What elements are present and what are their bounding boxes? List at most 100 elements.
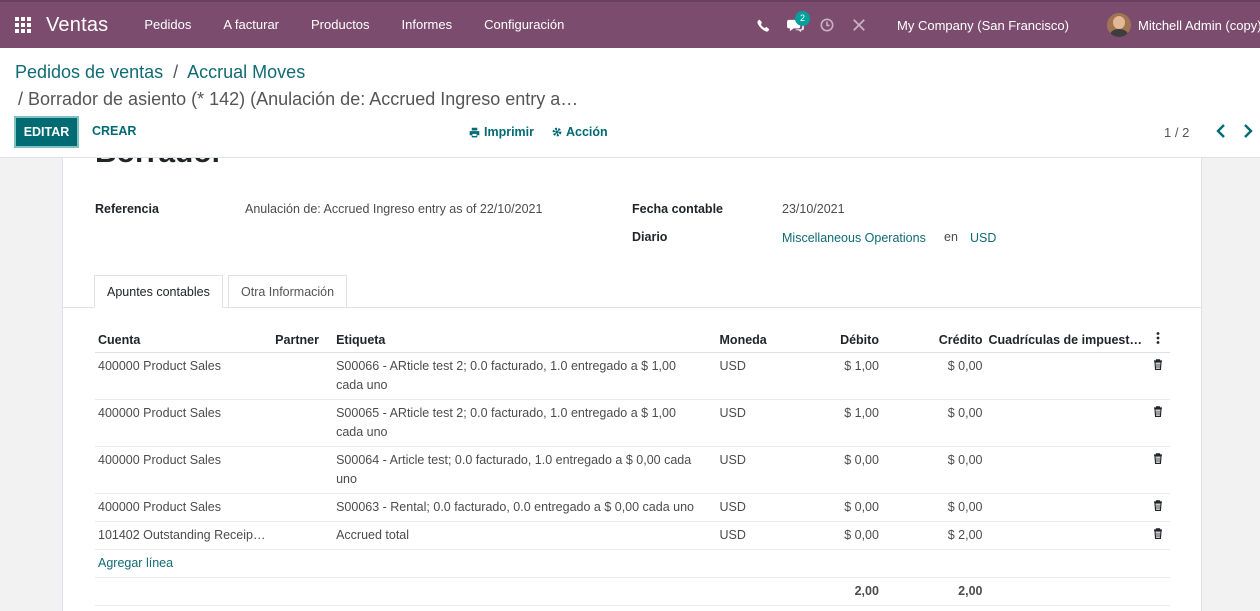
cell-debito: $ 0,00 <box>791 446 882 494</box>
add-line-row: Agregar línea <box>95 549 1170 578</box>
edit-button[interactable]: EDITAR <box>14 116 79 148</box>
column-header-tax-grids[interactable]: Cuadrículas de impuest… <box>985 328 1146 353</box>
chat-badge: 2 <box>795 11 811 26</box>
breadcrumb-current: / Borrador de asiento (* 142) (Anulación… <box>18 89 579 109</box>
table-row[interactable]: 400000 Product Sales S00064 - Article te… <box>95 446 1170 494</box>
create-button[interactable]: CREAR <box>92 124 136 138</box>
add-line-link[interactable]: Agregar línea <box>98 556 173 570</box>
cell-etiqueta: S00065 - ARticle test 2; 0.0 facturado, … <box>333 399 717 447</box>
column-header-debito[interactable]: Débito <box>791 328 882 353</box>
cell-moneda: USD <box>716 493 792 522</box>
print-button[interactable]: Imprimir <box>469 125 534 139</box>
fecha-contable-value: 23/10/2021 <box>782 202 845 216</box>
cell-etiqueta-line2: cada uno <box>336 424 388 439</box>
trash-icon <box>1153 499 1162 511</box>
company-switcher[interactable]: My Company (San Francisco) <box>897 18 1069 33</box>
cell-etiqueta-line1: S00066 - ARticle test 2; 0.0 facturado, … <box>336 358 676 373</box>
menu-a-facturar[interactable]: A facturar <box>207 1 295 49</box>
cell-moneda: USD <box>716 446 792 494</box>
cell-cuenta: 101402 Outstanding Receip… <box>95 521 273 550</box>
control-panel: Pedidos de ventas / Accrual Moves / Borr… <box>0 48 1260 158</box>
totals-row: 2,00 2,00 <box>95 577 1170 606</box>
table-row[interactable]: 400000 Product Sales S00065 - ARticle te… <box>95 399 1170 447</box>
diario-link[interactable]: Miscellaneous Operations <box>782 231 926 245</box>
trash-icon <box>1153 527 1162 539</box>
tools-icon[interactable] <box>843 2 875 48</box>
currency-link[interactable]: USD <box>970 231 996 245</box>
cell-credito: $ 2,00 <box>881 521 986 550</box>
tab-otra-informacion[interactable]: Otra Información <box>228 275 348 308</box>
cell-credito: $ 0,00 <box>881 446 986 494</box>
menu-productos[interactable]: Productos <box>295 1 386 49</box>
cell-moneda: USD <box>716 521 792 550</box>
cell-partner <box>272 493 334 522</box>
delete-row-button[interactable] <box>1145 399 1170 447</box>
menu-pedidos[interactable]: Pedidos <box>128 1 207 49</box>
user-avatar[interactable] <box>1107 13 1131 37</box>
delete-row-button[interactable] <box>1145 521 1170 550</box>
action-button[interactable]: Acción <box>552 125 608 139</box>
currency-en-label: en <box>944 230 958 244</box>
top-navbar: Ventas Pedidos A facturar Productos Info… <box>0 0 1260 48</box>
delete-row-button[interactable] <box>1145 493 1170 522</box>
cell-partner <box>272 446 334 494</box>
clock-icon[interactable] <box>811 2 843 48</box>
print-label: Imprimir <box>484 125 535 139</box>
table-row[interactable]: 400000 Product Sales S00063 - Rental; 0.… <box>95 493 1170 522</box>
cell-etiqueta: S00066 - ARticle test 2; 0.0 facturado, … <box>333 352 717 400</box>
column-header-moneda[interactable]: Moneda <box>716 328 792 353</box>
column-header-partner[interactable]: Partner <box>272 328 334 353</box>
form-sheet: Borrador Referencia Anulación de: Accrue… <box>62 158 1202 611</box>
cell-partner <box>272 399 334 447</box>
menu-configuracion[interactable]: Configuración <box>468 1 580 49</box>
cell-tax-grids <box>985 521 1146 550</box>
column-header-credito[interactable]: Crédito <box>881 328 986 353</box>
referencia-label: Referencia <box>95 202 159 216</box>
cell-etiqueta: S00063 - Rental; 0.0 facturado, 0.0 entr… <box>333 493 717 522</box>
delete-row-button[interactable] <box>1145 352 1170 400</box>
cell-credito: $ 0,00 <box>881 399 986 447</box>
cell-debito: $ 1,00 <box>791 352 882 400</box>
phone-icon[interactable] <box>747 2 779 48</box>
chevron-left-icon[interactable] <box>1215 124 1227 138</box>
cell-debito: $ 1,00 <box>791 399 882 447</box>
cell-tax-grids <box>985 493 1146 522</box>
cell-tax-grids <box>985 399 1146 447</box>
cell-partner <box>272 352 334 400</box>
cell-credito: $ 0,00 <box>881 352 986 400</box>
delete-row-button[interactable] <box>1145 446 1170 494</box>
trash-icon <box>1153 358 1162 370</box>
breadcrumb-separator: / <box>173 62 179 82</box>
cell-etiqueta-line2: cada uno <box>336 377 388 392</box>
trash-icon <box>1153 452 1162 464</box>
cell-cuenta: 400000 Product Sales <box>95 446 273 494</box>
cell-debito: $ 0,00 <box>791 521 882 550</box>
cell-etiqueta-line2: uno <box>336 471 357 486</box>
cell-tax-grids <box>985 446 1146 494</box>
cell-credito: $ 0,00 <box>881 493 986 522</box>
breadcrumb-sales-orders[interactable]: Pedidos de ventas <box>15 62 163 82</box>
vertical-dots-icon <box>1156 332 1159 345</box>
table-row[interactable]: 101402 Outstanding Receip… Accrued total… <box>95 521 1170 550</box>
optional-columns-toggle[interactable] <box>1145 328 1170 353</box>
table-header-row: Cuenta Partner Etiqueta Moneda Débito Cr… <box>95 328 1170 353</box>
print-icon <box>469 127 480 137</box>
app-title[interactable]: Ventas <box>46 14 108 37</box>
column-header-cuenta[interactable]: Cuenta <box>95 328 273 353</box>
tab-apuntes-contables[interactable]: Apuntes contables <box>94 275 223 308</box>
trash-icon <box>1153 405 1162 417</box>
table-row[interactable]: 400000 Product Sales S00066 - ARticle te… <box>95 352 1170 400</box>
chevron-right-icon[interactable] <box>1242 124 1254 138</box>
breadcrumb-accrual-moves[interactable]: Accrual Moves <box>187 62 305 82</box>
pager-value[interactable]: 1 / 2 <box>1164 125 1189 140</box>
fecha-contable-label: Fecha contable <box>632 202 723 216</box>
chat-icon[interactable]: 2 <box>779 2 811 48</box>
breadcrumb: Pedidos de ventas / Accrual Moves <box>15 62 305 83</box>
column-header-etiqueta[interactable]: Etiqueta <box>333 328 717 353</box>
cell-moneda: USD <box>716 352 792 400</box>
apps-menu-icon[interactable] <box>0 1 46 49</box>
diario-label: Diario <box>632 230 668 244</box>
total-credito: 2,00 <box>881 577 986 606</box>
menu-informes[interactable]: Informes <box>386 1 469 49</box>
user-menu[interactable]: Mitchell Admin (copy) <box>1138 18 1260 33</box>
